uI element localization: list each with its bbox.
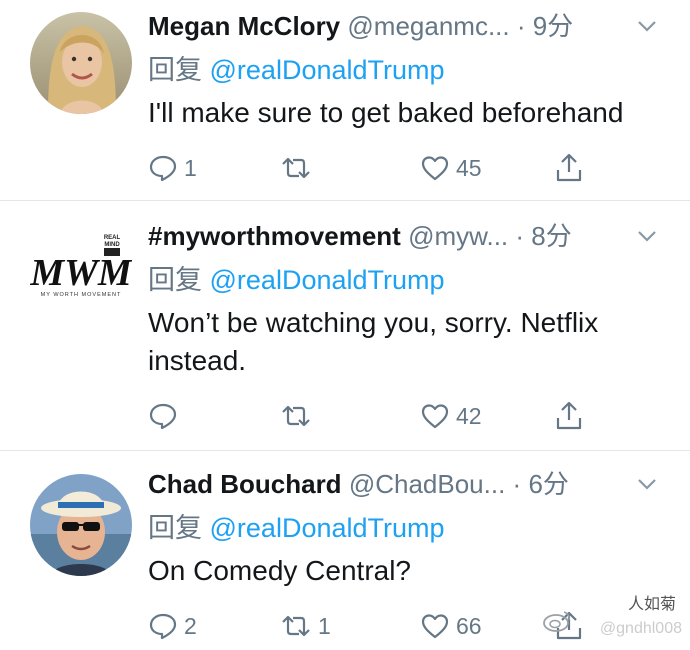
reply-icon — [149, 155, 177, 182]
reply-icon — [149, 613, 177, 640]
watermark-name: 人如菊 — [627, 596, 676, 613]
separator: · — [515, 221, 525, 251]
like-button[interactable]: 45 — [420, 150, 482, 186]
heart-icon — [421, 156, 449, 181]
separator: · — [516, 11, 526, 41]
retweet-icon — [282, 157, 310, 179]
mention-link[interactable]: @realDonaldTrump — [210, 265, 445, 295]
retweet-icon — [282, 615, 310, 637]
retweet-icon — [282, 405, 310, 427]
svg-text:MIND: MIND — [104, 242, 120, 248]
tweet-text: I'll make sure to get baked beforehand — [148, 97, 624, 128]
reply-prefix: 回复 — [148, 55, 202, 85]
tweet-text: On Comedy Central? — [148, 555, 412, 586]
display-name[interactable]: #myworthmovement — [148, 221, 401, 251]
weibo-icon — [543, 611, 570, 632]
retweet-button[interactable] — [280, 150, 318, 186]
share-icon — [556, 401, 582, 430]
reply-prefix: 回复 — [148, 265, 202, 295]
tweet-actions: 42 — [148, 398, 648, 434]
avatar[interactable]: REAL MIND MWM MY WORTH MOVEMENT — [30, 230, 132, 332]
retweet-count: 1 — [318, 612, 331, 639]
reply-context: 回复 @realDonaldTrump — [148, 510, 445, 546]
avatar[interactable] — [30, 12, 132, 114]
tweet-text: Won’t be watching you, sorry. Netflix in… — [148, 307, 599, 376]
like-count: 45 — [456, 154, 482, 181]
woman-portrait-icon — [30, 12, 132, 114]
tweet-header: #myworthmovement @myw... · 8分 — [148, 218, 660, 254]
logo-text: MWM — [30, 252, 132, 294]
display-name[interactable]: Chad Bouchard — [148, 469, 342, 499]
tweet-feed: Megan McClory @meganmc... · 9分 回复 @realD… — [0, 0, 690, 650]
like-button[interactable]: 66 — [420, 608, 482, 644]
separator: · — [512, 469, 522, 499]
share-icon — [556, 153, 582, 182]
mwm-logo-icon: REAL MIND MWM MY WORTH MOVEMENT — [30, 230, 132, 298]
chevron-down-icon[interactable] — [634, 8, 660, 44]
heart-icon — [421, 404, 449, 429]
reply-count: 2 — [184, 612, 197, 639]
timestamp[interactable]: 6分 — [528, 469, 568, 499]
reply-prefix: 回复 — [148, 513, 202, 543]
chevron-down-icon[interactable] — [634, 466, 660, 502]
avatar[interactable] — [30, 474, 132, 576]
username[interactable]: @meganmc... — [347, 11, 509, 41]
tweet[interactable]: REAL MIND MWM MY WORTH MOVEMENT #myworth… — [0, 200, 690, 450]
username[interactable]: @myw... — [408, 221, 508, 251]
reply-context: 回复 @realDonaldTrump — [148, 262, 445, 298]
reply-context: 回复 @realDonaldTrump — [148, 52, 445, 88]
like-button[interactable]: 42 — [420, 398, 482, 434]
man-with-hat-icon — [30, 474, 132, 576]
like-count: 66 — [456, 612, 482, 639]
share-button[interactable] — [554, 150, 584, 186]
retweet-button[interactable] — [280, 398, 318, 434]
logo-subtext: MY WORTH MOVEMENT — [41, 292, 122, 298]
svg-text:REAL: REAL — [104, 235, 121, 241]
display-name[interactable]: Megan McClory — [148, 11, 340, 41]
tweet[interactable]: Megan McClory @meganmc... · 9分 回复 @realD… — [0, 0, 690, 200]
username[interactable]: @ChadBou... — [349, 469, 505, 499]
share-button[interactable] — [554, 398, 584, 434]
watermark-handle: @gndhl008 — [599, 620, 682, 637]
reply-button[interactable]: 2 — [148, 608, 197, 644]
reply-button[interactable]: 1 — [148, 150, 197, 186]
retweet-button[interactable]: 1 — [280, 608, 331, 644]
reply-button[interactable] — [148, 398, 184, 434]
timestamp[interactable]: 9分 — [533, 11, 573, 41]
watermark: 人如菊 @gndhl008 — [542, 594, 682, 644]
tweet-header: Megan McClory @meganmc... · 9分 — [148, 8, 660, 44]
tweet-actions: 1 45 — [148, 150, 648, 186]
mention-link[interactable]: @realDonaldTrump — [210, 55, 445, 85]
heart-icon — [421, 614, 449, 639]
like-count: 42 — [456, 402, 482, 429]
chevron-down-icon[interactable] — [634, 218, 660, 254]
mention-link[interactable]: @realDonaldTrump — [210, 513, 445, 543]
reply-icon — [149, 403, 177, 430]
timestamp[interactable]: 8分 — [531, 221, 571, 251]
reply-count: 1 — [184, 154, 197, 181]
tweet-header: Chad Bouchard @ChadBou... · 6分 — [148, 466, 660, 502]
